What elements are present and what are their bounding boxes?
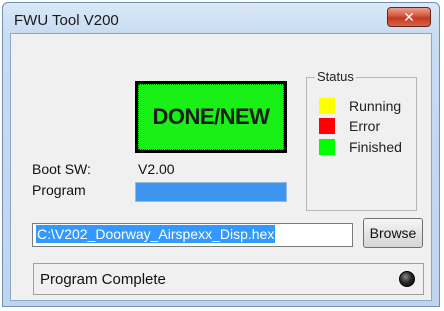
led-indicator-icon [399, 271, 415, 287]
status-item-label: Finished [349, 139, 402, 155]
status-item-error: Error [319, 118, 380, 134]
file-path-input[interactable]: C:\V202_Doorway_Airspexx_Disp.hex [32, 223, 353, 247]
file-path-text: C:\V202_Doorway_Airspexx_Disp.hex [36, 225, 276, 243]
status-group: Status Running Error Finished [306, 69, 417, 211]
browse-button[interactable]: Browse [363, 218, 423, 248]
status-item-label: Running [349, 98, 402, 114]
boot-sw-value: V2.00 [138, 161, 175, 177]
app-window: FWU Tool V200 ✕ DONE/NEW Status Running … [2, 2, 440, 307]
running-indicator [319, 98, 335, 114]
boot-sw-label: Boot SW: [32, 161, 91, 177]
done-new-label: DONE/NEW [152, 104, 271, 129]
status-item-finished: Finished [319, 139, 402, 155]
done-new-button[interactable]: DONE/NEW [135, 81, 287, 153]
close-button[interactable]: ✕ [387, 7, 431, 27]
finished-indicator [319, 139, 335, 155]
title-bar[interactable]: FWU Tool V200 ✕ [3, 3, 439, 37]
status-bar: Program Complete [33, 263, 424, 295]
window-title: FWU Tool V200 [14, 12, 119, 29]
status-item-label: Error [349, 118, 381, 134]
status-legend: Status [315, 69, 356, 84]
error-indicator [319, 118, 335, 134]
status-item-running: Running [319, 98, 401, 114]
done-new-button-face: DONE/NEW [138, 84, 284, 150]
program-label: Program [32, 182, 86, 198]
close-icon: ✕ [403, 9, 415, 25]
program-progress-bar [135, 182, 287, 202]
status-message: Program Complete [40, 271, 166, 288]
client-area: DONE/NEW Status Running Error Finished B… [10, 33, 432, 301]
